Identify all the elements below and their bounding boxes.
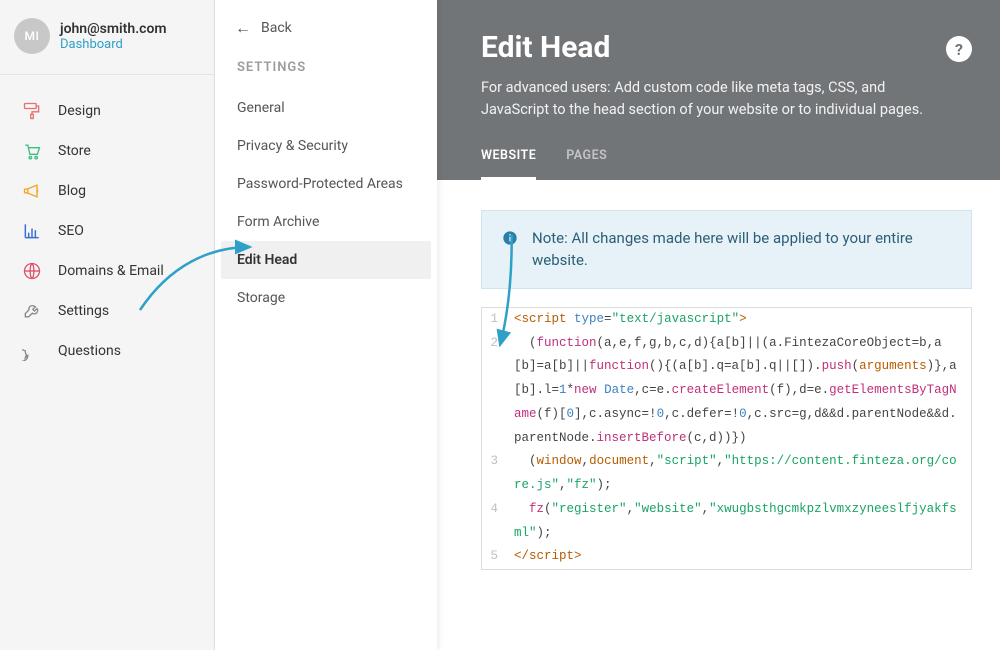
settings-item-edit-head[interactable]: Edit Head [221, 241, 431, 279]
primary-sidebar: MI john@smith.com Dashboard Design Store [0, 0, 215, 650]
sidebar-item-seo[interactable]: SEO [0, 211, 214, 251]
info-note: Note: All changes made here will be appl… [481, 210, 972, 289]
settings-item-storage[interactable]: Storage [215, 279, 437, 317]
code-editor[interactable]: 1<script type="text/javascript"> 2 (func… [481, 307, 972, 570]
megaphone-icon [20, 181, 44, 201]
settings-heading: SETTINGS [215, 48, 437, 89]
divider [0, 74, 214, 75]
speech-bubble-icon [20, 341, 44, 361]
sidebar-item-domains[interactable]: Domains & Email [0, 251, 214, 291]
page-title: Edit Head [481, 30, 956, 65]
arrow-left-icon: ← [235, 18, 251, 38]
settings-item-password-areas[interactable]: Password-Protected Areas [215, 165, 437, 203]
code-line-2: (function(a,e,f,g,b,c,d){a[b]||(a.Fintez… [504, 332, 971, 451]
user-email: john@smith.com [60, 21, 167, 37]
code-line-3: (window,document,"script","https://conte… [504, 450, 971, 498]
globe-icon [20, 261, 44, 281]
bar-chart-icon [20, 221, 44, 241]
tab-pages[interactable]: PAGES [566, 148, 607, 180]
main-panel: ? Edit Head For advanced users: Add cust… [437, 0, 1000, 650]
settings-item-privacy[interactable]: Privacy & Security [215, 127, 437, 165]
info-icon [502, 230, 518, 246]
sidebar-item-label: Design [58, 103, 101, 119]
settings-subpanel: ← Back SETTINGS General Privacy & Securi… [215, 0, 437, 650]
sidebar-item-label: Questions [58, 343, 121, 359]
main-body: Note: All changes made here will be appl… [437, 180, 1000, 650]
main-header: ? Edit Head For advanced users: Add cust… [437, 0, 1000, 180]
back-label: Back [261, 20, 292, 36]
back-button[interactable]: ← Back [215, 0, 437, 48]
paint-roller-icon [20, 101, 44, 121]
code-line-4: fz("register","website","xwugbsthgcmkpzl… [504, 498, 971, 546]
code-line-1: <script type="text/javascript"> [504, 308, 971, 332]
info-note-text: Note: All changes made here will be appl… [532, 227, 951, 272]
dashboard-link[interactable]: Dashboard [60, 37, 167, 52]
sidebar-item-questions[interactable]: Questions [0, 331, 214, 371]
help-button[interactable]: ? [946, 36, 972, 62]
avatar: MI [14, 18, 50, 54]
sidebar-item-label: Settings [58, 303, 109, 319]
sidebar-item-label: SEO [58, 223, 84, 239]
sidebar-item-label: Domains & Email [58, 263, 164, 279]
settings-item-form-archive[interactable]: Form Archive [215, 203, 437, 241]
sidebar-item-blog[interactable]: Blog [0, 171, 214, 211]
cart-icon [20, 141, 44, 161]
code-line-5: </script> [504, 545, 971, 569]
sidebar-item-settings[interactable]: Settings [0, 291, 214, 331]
tab-website[interactable]: WEBSITE [481, 148, 536, 180]
sidebar-item-label: Store [58, 143, 91, 159]
settings-item-general[interactable]: General [215, 89, 437, 127]
wrench-icon [20, 301, 44, 321]
user-block: MI john@smith.com Dashboard [0, 0, 214, 74]
tab-bar: WEBSITE PAGES [481, 148, 956, 180]
primary-nav: Design Store Blog SEO [0, 83, 214, 371]
sidebar-item-label: Blog [58, 183, 86, 199]
page-description: For advanced users: Add custom code like… [481, 77, 956, 122]
sidebar-item-design[interactable]: Design [0, 91, 214, 131]
sidebar-item-store[interactable]: Store [0, 131, 214, 171]
